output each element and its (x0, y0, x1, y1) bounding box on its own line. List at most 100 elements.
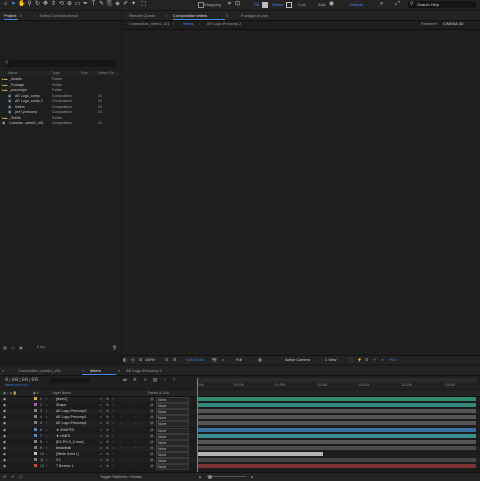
quality-switch-icon[interactable]: ⁄ (113, 403, 114, 408)
fx-switch-icon[interactable]: ▫ (120, 403, 121, 408)
motion-blur-switch-icon[interactable]: ◔ (134, 403, 136, 408)
layer-duration-bar[interactable] (198, 439, 476, 444)
shy-switch-icon[interactable]: ☺ (99, 421, 103, 426)
3d-layer-switch-icon[interactable]: ▫ (141, 403, 142, 408)
collapse-switch-icon[interactable]: ✲ (106, 452, 109, 457)
timeline-search-input[interactable] (50, 378, 90, 383)
shy-switch-icon[interactable]: ☺ (99, 428, 103, 433)
visibility-eye-icon[interactable]: ◉ (3, 458, 6, 463)
snap-edge-icon[interactable]: ⊡ (234, 1, 241, 8)
toolbar-icon-extra[interactable]: ⬚ (140, 1, 147, 8)
shy-switch-icon[interactable]: ☺ (99, 434, 103, 439)
layer-row[interactable]: ◉ 5 ▪ AE Logo-Precomp1 ☺ ✲ ⁄ ▫ ◔ ▫ @ None (0, 421, 480, 428)
tab-menu-icon[interactable]: ≡ (226, 13, 228, 18)
layer-row[interactable]: ◉ 3 ▪ AE Logo-Precomp2 ☺ ✲ ⁄ ▫ ◔ ▫ @ None (0, 409, 480, 416)
tab-project[interactable]: Project (4, 13, 16, 18)
column-parent-link[interactable]: Parent & Link (148, 390, 169, 396)
layer-name[interactable]: ★ LINES (56, 434, 70, 439)
quality-switch-icon[interactable]: ⁄ (113, 428, 114, 433)
collapse-switch-icon[interactable]: ✲ (106, 428, 109, 433)
pickwhip-icon[interactable]: @ (150, 440, 154, 445)
snapshot-icon[interactable]: 📷 (212, 357, 217, 362)
pickwhip-icon[interactable]: @ (150, 428, 154, 433)
pickwhip-icon[interactable]: @ (150, 397, 154, 402)
toggle-switches-modes[interactable]: Toggle Switches / Modes (100, 475, 142, 479)
fx-switch-icon[interactable]: ▫ (120, 428, 121, 433)
list-item[interactable]: ▣ pre7-precomp Composition 24 (0, 110, 118, 115)
frame-blend-icon[interactable]: ▤ (153, 377, 157, 383)
parent-select[interactable]: None (156, 415, 189, 422)
fx-switch-icon[interactable]: ▫ (120, 464, 121, 469)
tab-timeline-2[interactable]: letters (90, 368, 101, 373)
list-item[interactable]: ▣ AE Logo_comp 2 Composition 24 (0, 99, 118, 104)
pickwhip-icon[interactable]: @ (150, 464, 154, 469)
transfer-icon[interactable]: ⊖ (11, 474, 14, 479)
frame-render-icon[interactable]: ◴ (19, 474, 23, 479)
layer-name[interactable]: AE Logo-Precomp1 (56, 415, 87, 420)
collapse-switch-icon[interactable]: ✲ (106, 440, 109, 445)
visibility-eye-icon[interactable]: ◉ (3, 446, 6, 451)
tab-menu-icon[interactable]: ≡ (20, 13, 22, 18)
parent-select[interactable]: None (156, 451, 189, 458)
parent-select[interactable]: None (156, 445, 189, 452)
shy-switch-icon[interactable]: ☺ (99, 458, 103, 463)
3d-renderer-icon[interactable]: ◎ (131, 357, 135, 362)
hand-tool-icon[interactable]: ✋ (18, 1, 25, 8)
add-label[interactable]: Add: (318, 2, 326, 7)
shy-switch-icon[interactable]: ☺ (99, 452, 103, 457)
quality-switch-icon[interactable]: ⁄ (113, 440, 114, 445)
fx-switch-icon[interactable]: ▫ (120, 440, 121, 445)
shy-switch-icon[interactable]: ☺ (99, 464, 103, 469)
draft-3d-icon[interactable]: ✲ (133, 377, 137, 383)
workspace-default[interactable]: Default (350, 2, 363, 7)
pickwhip-icon[interactable]: @ (150, 458, 154, 463)
fx-switch-icon[interactable]: ▫ (120, 409, 121, 414)
workspace-menu-icon[interactable]: » (378, 1, 385, 8)
layer-row[interactable]: ◉ 7 ▪ ★ LINES ☺ ✲ ⁄ ▫ ◔ ▫ @ None (0, 433, 480, 440)
layer-name[interactable]: AE Logo-Precomp2 (56, 409, 87, 414)
label-color-swatch[interactable] (34, 445, 37, 449)
tab-footage[interactable]: Footage (none) (241, 13, 268, 18)
timeline-close-icon[interactable]: × (118, 368, 120, 373)
stroke-swatch[interactable] (286, 2, 292, 8)
layer-name[interactable]: beachball (56, 446, 71, 451)
collapse-switch-icon[interactable]: ✲ (106, 403, 109, 408)
label-color-swatch[interactable] (34, 397, 37, 400)
layer-duration-bar[interactable] (198, 451, 324, 456)
fx-switch-icon[interactable]: ▫ (120, 397, 121, 402)
rotate-tool-icon[interactable]: ⟲ (58, 1, 65, 8)
layer-name[interactable]: AE Logo-Precomp1 (56, 421, 87, 426)
roto-brush-icon[interactable]: ✐ (122, 1, 129, 8)
3d-layer-switch-icon[interactable]: ▫ (141, 446, 142, 451)
visibility-eye-icon[interactable]: ◉ (3, 403, 6, 408)
label-color-swatch[interactable] (34, 409, 37, 413)
shy-switch-icon[interactable]: ☺ (99, 397, 103, 402)
parent-select[interactable]: None (156, 458, 189, 464)
3d-layer-switch-icon[interactable]: ▫ (141, 440, 142, 445)
collapse-switch-icon[interactable]: ✲ (106, 421, 109, 426)
motion-blur-switch-icon[interactable]: ◔ (134, 397, 136, 402)
parent-select[interactable]: None (156, 421, 189, 428)
motion-blur-switch-icon[interactable]: ◔ (134, 415, 136, 420)
pan-tool-icon[interactable]: ✥ (42, 1, 49, 8)
trash-icon[interactable]: 🗑 (112, 345, 117, 350)
quality-switch-icon[interactable]: ⁄ (113, 434, 114, 439)
brush-tool-icon[interactable]: ✎ (98, 1, 105, 8)
parent-select[interactable]: None (156, 409, 189, 416)
fx-switch-icon[interactable]: ▫ (120, 452, 121, 457)
list-item[interactable]: ▸▬ _Assets Folder (0, 77, 118, 82)
dolly-tool-icon[interactable]: ⇕ (50, 1, 57, 8)
comp-lock-icon[interactable]: ▪ (166, 13, 167, 18)
3d-layer-switch-icon[interactable]: ▫ (141, 415, 142, 420)
layer-name[interactable]: T Bezenz 1 (56, 464, 74, 469)
zoom-slider-handle[interactable] (208, 474, 212, 479)
zoom-select[interactable]: 100% (145, 358, 155, 362)
orbit-tool-icon[interactable]: ↻ (34, 1, 41, 8)
motion-blur-switch-icon[interactable]: ◔ (134, 421, 136, 426)
motion-blur-icon[interactable]: ◔ (163, 377, 166, 382)
layer-duration-bar[interactable] (198, 433, 476, 438)
layer-row[interactable]: ◉ 4 ▪ AE Logo-Precomp1 ☺ ✲ ⁄ ▫ ◔ ▫ @ None (0, 415, 480, 422)
label-color-swatch[interactable] (34, 464, 37, 468)
layer-name[interactable]: Shape (56, 403, 66, 408)
fx-switch-icon[interactable]: ▫ (120, 415, 121, 420)
